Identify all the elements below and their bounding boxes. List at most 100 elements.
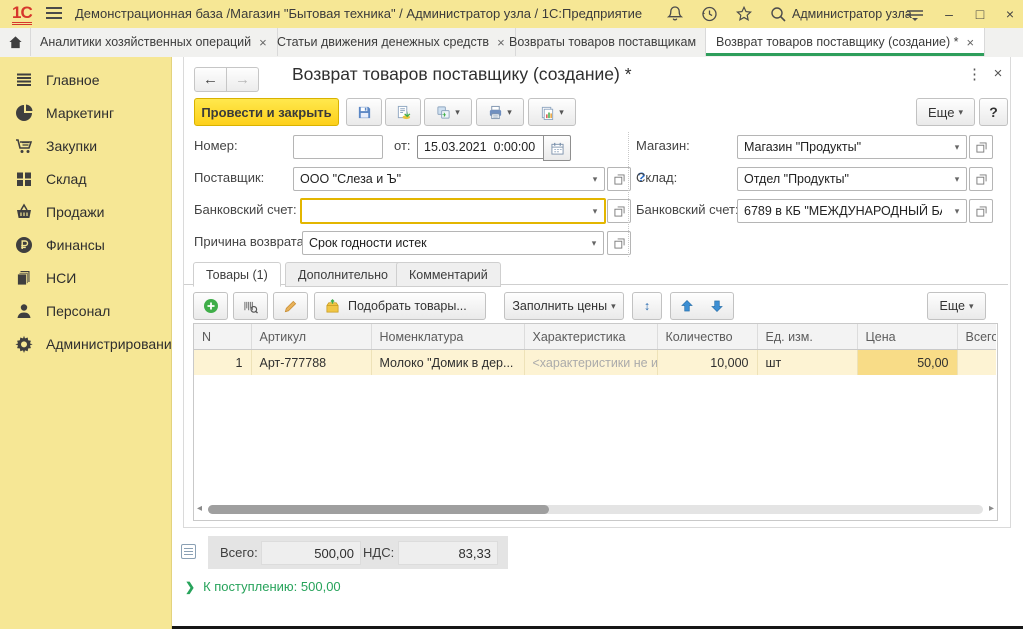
scrollbar-thumb[interactable] xyxy=(208,505,549,514)
close-window-button[interactable]: × xyxy=(999,3,1021,25)
calendar-button[interactable] xyxy=(543,135,571,161)
sidebar-item-purchases[interactable]: Закупки xyxy=(0,129,171,162)
more-button-top[interactable]: Еще ▾ xyxy=(916,98,975,126)
current-user[interactable]: Администратор узла xyxy=(792,7,912,21)
bank-account-right-input[interactable] xyxy=(738,200,948,222)
cell-price[interactable]: 50,00 xyxy=(857,350,957,376)
tab-goods[interactable]: Товары (1) xyxy=(193,262,281,287)
col-header-n[interactable]: N xyxy=(194,324,251,350)
more-dots-icon[interactable]: ⋮ xyxy=(967,65,981,83)
store-input[interactable] xyxy=(738,136,948,158)
notifications-bell-icon[interactable] xyxy=(666,5,684,23)
col-header-quantity[interactable]: Количество xyxy=(657,324,757,350)
cell-total[interactable] xyxy=(957,350,996,376)
tab-cashflow-items[interactable]: Статьи движения денежных средств × xyxy=(267,28,516,56)
pick-goods-button[interactable]: Подобрать товары... xyxy=(314,292,486,320)
create-based-on-button[interactable]: ▾ xyxy=(424,98,472,126)
save-button[interactable] xyxy=(346,98,382,126)
fit-height-icon: ↕ xyxy=(644,299,650,313)
bank-account-right-open-button[interactable] xyxy=(969,199,993,223)
number-input[interactable] xyxy=(294,136,382,158)
sidebar-item-finance[interactable]: Финансы xyxy=(0,228,171,261)
dropdown-caret-icon[interactable]: ▾ xyxy=(586,168,604,190)
col-header-total[interactable]: Всего xyxy=(957,324,996,350)
cell-quantity[interactable]: 10,000 xyxy=(657,350,757,376)
sidebar-item-administration[interactable]: Администрирование xyxy=(0,327,171,360)
col-header-characteristic[interactable]: Характеристика xyxy=(524,324,657,350)
dropdown-caret-icon[interactable]: ▾ xyxy=(948,200,966,222)
col-header-nomenclature[interactable]: Номенклатура xyxy=(371,324,524,350)
edit-row-button[interactable] xyxy=(273,292,308,320)
col-header-unit[interactable]: Ед. изм. xyxy=(757,324,857,350)
warehouse-open-button[interactable] xyxy=(969,167,993,191)
tab-close-icon[interactable]: × xyxy=(967,35,975,50)
tab-close-icon[interactable]: × xyxy=(259,35,267,50)
form-splitter[interactable] xyxy=(628,132,629,257)
add-row-button[interactable] xyxy=(193,292,228,320)
more-button-table[interactable]: Еще ▾ xyxy=(927,292,986,320)
sidebar-item-marketing[interactable]: Маркетинг xyxy=(0,96,171,129)
move-down-button[interactable] xyxy=(701,292,734,320)
date-input[interactable] xyxy=(418,136,544,158)
sidebar-item-personnel[interactable]: Персонал xyxy=(0,294,171,327)
favorites-star-icon[interactable] xyxy=(735,5,753,23)
number-label: Номер: xyxy=(194,138,238,153)
store-open-button[interactable] xyxy=(969,135,993,159)
back-button[interactable]: ← xyxy=(194,67,227,92)
bank-account-left-input[interactable] xyxy=(302,200,586,222)
warehouse-input[interactable] xyxy=(738,168,948,190)
home-tab[interactable] xyxy=(0,28,31,56)
dropdown-caret-icon[interactable]: ▾ xyxy=(948,136,966,158)
tab-additional[interactable]: Дополнительно xyxy=(285,262,401,287)
goods-table: N Артикул Номенклатура Характеристика Ко… xyxy=(193,323,998,521)
totals-list-icon[interactable] xyxy=(181,544,196,559)
dropdown-caret-icon[interactable]: ▾ xyxy=(586,200,604,222)
cell-article[interactable]: Арт-777788 xyxy=(251,350,371,376)
tab-comment[interactable]: Комментарий xyxy=(396,262,501,287)
scroll-left-icon[interactable]: ◂ xyxy=(197,503,202,514)
maximize-button[interactable]: □ xyxy=(969,3,991,25)
search-icon[interactable] xyxy=(769,5,787,23)
reports-button[interactable]: ▾ xyxy=(528,98,576,126)
cell-characteristic[interactable]: <характеристики не и... xyxy=(524,350,657,376)
forward-button[interactable]: → xyxy=(227,67,259,92)
barcode-scan-button[interactable] xyxy=(233,292,268,320)
tab-analytics[interactable]: Аналитики хозяйственных операций × xyxy=(30,28,278,56)
open-form-icon xyxy=(614,174,625,185)
cell-n[interactable]: 1 xyxy=(194,350,251,376)
help-button[interactable]: ? xyxy=(979,98,1008,126)
main-menu-icon[interactable] xyxy=(46,7,62,20)
sidebar-item-sales[interactable]: Продажи xyxy=(0,195,171,228)
store-label: Магазин: xyxy=(636,138,690,153)
sidebar-item-nsi[interactable]: НСИ xyxy=(0,261,171,294)
move-up-button[interactable] xyxy=(670,292,704,320)
close-document-icon[interactable]: × xyxy=(990,65,1006,82)
sidebar-item-warehouse[interactable]: Склад xyxy=(0,162,171,195)
print-button[interactable]: ▾ xyxy=(476,98,524,126)
sidebar-item-main[interactable]: Главное xyxy=(0,63,171,96)
tab-return-document[interactable]: Возврат товаров поставщику (создание) * … xyxy=(705,28,985,56)
scrollbar-track[interactable] xyxy=(208,505,983,514)
dropdown-caret-icon[interactable]: ▾ xyxy=(948,168,966,190)
horizontal-scrollbar[interactable]: ◂ ▸ xyxy=(194,504,997,515)
post-and-close-button[interactable]: Провести и закрыть xyxy=(194,98,339,126)
history-icon[interactable] xyxy=(700,5,718,23)
fit-rows-button[interactable]: ↕ xyxy=(632,292,662,320)
minimize-button[interactable]: – xyxy=(938,3,960,25)
cell-unit[interactable]: шт xyxy=(757,350,857,376)
stacked-pages-icon xyxy=(14,268,34,288)
col-header-article[interactable]: Артикул xyxy=(251,324,371,350)
settings-icon[interactable] xyxy=(905,7,923,25)
scroll-right-icon[interactable]: ▸ xyxy=(989,503,994,514)
post-document-button[interactable] xyxy=(385,98,421,126)
cell-nomenclature[interactable]: Молоко "Домик в дер... xyxy=(371,350,524,376)
col-header-price[interactable]: Цена xyxy=(857,324,957,350)
open-form-icon xyxy=(976,174,987,185)
supplier-input[interactable] xyxy=(294,168,586,190)
return-reason-input[interactable] xyxy=(303,232,585,254)
vat-value: 83,33 xyxy=(398,541,498,565)
to-receipt-link[interactable]: ❯ К поступлению: 500,00 xyxy=(185,579,341,594)
dropdown-caret-icon[interactable]: ▾ xyxy=(585,232,603,254)
fill-prices-button[interactable]: Заполнить цены ▾ xyxy=(504,292,624,320)
tab-returns-list[interactable]: Возвраты товаров поставщикам × xyxy=(499,28,723,56)
